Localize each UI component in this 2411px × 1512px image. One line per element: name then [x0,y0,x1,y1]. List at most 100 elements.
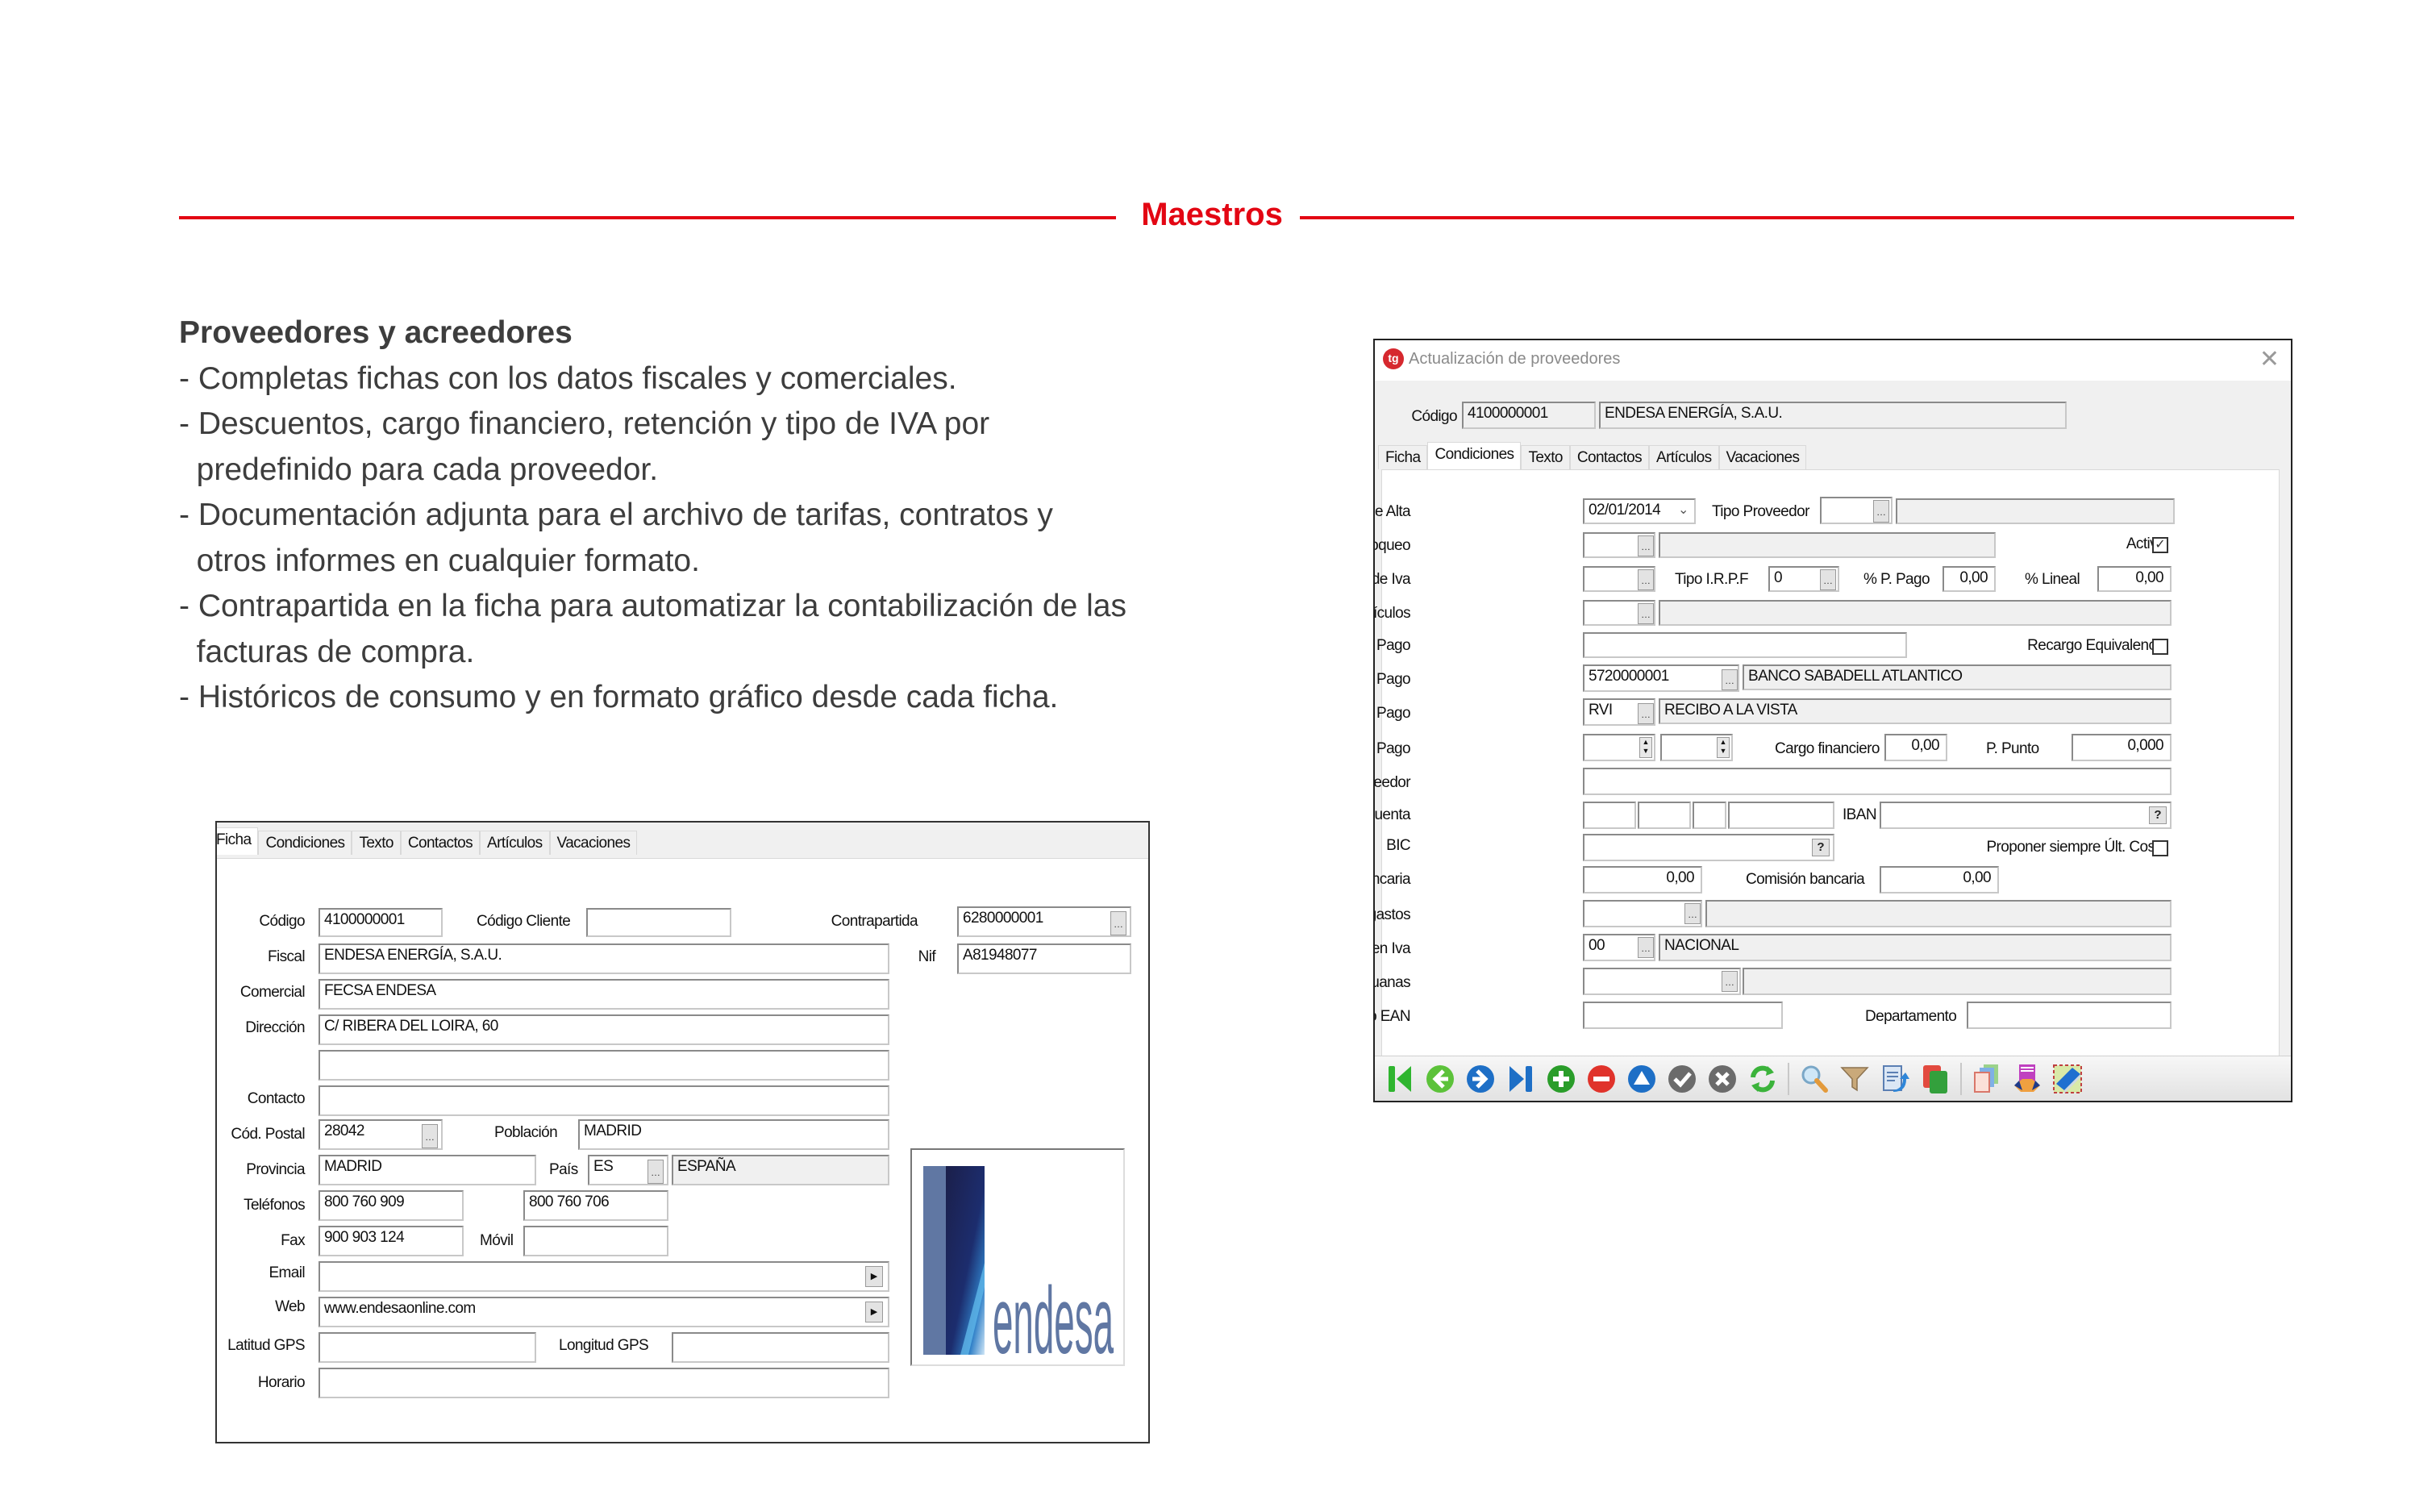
edit-record-icon[interactable] [1623,1060,1660,1098]
cta-aduanas-lookup-button[interactable]: … [1722,971,1738,992]
first-record-icon[interactable] [1381,1060,1418,1098]
iban-help-button[interactable]: ? [2149,806,2167,824]
telefono1-field[interactable]: 800 760 909 [319,1190,464,1221]
movil-field[interactable] [523,1226,668,1256]
tab-contactos[interactable]: Contactos [1569,445,1650,469]
idioma-lookup-button[interactable]: … [1638,603,1654,624]
codigo-field[interactable]: 4100000001 [319,908,443,937]
tipo-proveedor-lookup-button[interactable]: … [1873,500,1889,523]
book-icon[interactable] [2049,1060,2086,1098]
tab-texto[interactable]: Texto [1521,445,1570,469]
banco-pago-lookup-button[interactable]: … [1722,669,1738,690]
tab-condiciones[interactable]: Condiciones [1427,442,1522,469]
bic-field[interactable] [1583,834,1834,861]
web-open-button[interactable]: ▶ [865,1302,883,1322]
last-record-icon[interactable] [1502,1060,1539,1098]
chevron-down-icon[interactable]: ⌄ [1678,502,1689,518]
dias-pago-1-stepper[interactable]: ▲ ▼ [1639,737,1652,758]
tipo-bloqueo-lookup-button[interactable]: … [1638,535,1654,556]
email-field[interactable] [319,1261,889,1292]
fiscal-field[interactable]: ENDESA ENERGÍA, S.A.U. [319,943,889,974]
pais-lookup-button[interactable]: … [648,1160,664,1184]
lineal-field[interactable]: 0,00 [2097,566,2172,592]
cargo-fin-label: Cargo financiero [1775,740,1880,757]
tab-ficha[interactable]: Ficha [1378,445,1428,469]
next-record-icon[interactable] [1462,1060,1499,1098]
comision-pct-field[interactable]: 0,00 [1583,866,1702,893]
nif-field[interactable]: A81948077 [957,943,1131,974]
comision-field[interactable]: 0,00 [1880,866,1999,893]
add-record-icon[interactable] [1543,1060,1580,1098]
tab-vacaciones[interactable]: Vacaciones [1718,445,1807,469]
recargo-checkbox[interactable] [2152,639,2168,655]
tipo-irpf-lookup-button[interactable]: … [1820,569,1836,590]
cuenta-oficina-field[interactable] [1638,802,1691,829]
documents-icon[interactable] [1968,1060,2005,1098]
forma-pago-lookup-button[interactable]: … [1638,703,1654,724]
search-icon[interactable] [1796,1060,1833,1098]
export-icon[interactable] [1876,1060,1913,1098]
cod-postal-lookup-button[interactable]: … [422,1124,438,1148]
tab-condiciones[interactable]: Condiciones [258,831,352,855]
record-toolbar [1375,1056,2291,1101]
contacto-field[interactable] [319,1085,889,1116]
provincia-field[interactable]: MADRID [319,1155,536,1185]
codigo-cliente-field[interactable] [586,908,731,937]
fax-field[interactable]: 900 903 124 [319,1226,464,1256]
direccion-field[interactable]: C/ RIBERA DEL LOIRA, 60 [319,1014,889,1045]
previous-record-icon[interactable] [1422,1060,1459,1098]
tab-vacaciones[interactable]: Vacaciones [549,831,638,855]
delete-record-icon[interactable] [1583,1060,1620,1098]
p-pago-field[interactable]: 0,00 [1943,566,1996,592]
p-punto-field[interactable]: 0,000 [2072,734,2172,761]
cuenta-gastos-lookup-button[interactable]: … [1684,903,1701,924]
bic-help-button[interactable]: ? [1812,839,1830,856]
longitud-field[interactable] [672,1332,889,1363]
tipo-iva-lookup-button[interactable]: … [1638,569,1654,590]
horario-field[interactable] [319,1368,889,1398]
codigo-cliente-label: Código Cliente [477,913,571,930]
copy-record-icon[interactable] [1917,1060,1954,1098]
direccion2-field[interactable] [319,1050,889,1081]
iban-field[interactable] [1880,802,2172,829]
cta-aduanas-field[interactable] [1583,968,1741,995]
tab-articulos[interactable]: Artículos [1649,445,1719,469]
dias-pago-2-stepper[interactable]: ▲ ▼ [1717,737,1730,758]
activo-checkbox[interactable]: ✓ [2152,537,2168,553]
email-label: Email [269,1264,305,1281]
feature-line: - Completas fichas con los datos fiscale… [179,360,957,396]
latitud-field[interactable] [319,1332,536,1363]
banco-prov-field[interactable] [1583,768,2172,795]
proponer-checkbox[interactable] [2152,840,2168,856]
accept-icon[interactable] [1664,1060,1701,1098]
regimen-iva-lookup-button[interactable]: … [1638,937,1654,958]
refresh-icon[interactable] [1744,1060,1781,1098]
tab-articulos[interactable]: Artículos [480,831,550,855]
ficha-tabs: Ficha Condiciones Texto Contactos Artícu… [217,827,638,855]
filter-icon[interactable] [1836,1060,1873,1098]
forma-pago-field[interactable] [1583,632,1907,658]
pais-label: País [549,1161,578,1178]
tab-ficha[interactable]: Ficha [217,827,259,855]
close-icon[interactable]: ✕ [2259,345,2280,373]
cuenta-entidad-field[interactable] [1583,802,1636,829]
departamento-field[interactable] [1967,1002,2172,1029]
poblacion-field[interactable]: MADRID [578,1119,889,1150]
cuenta-dc-field[interactable] [1693,802,1726,829]
tab-contactos[interactable]: Contactos [400,831,481,855]
cargo-fin-field[interactable]: 0,00 [1884,734,1947,761]
contrapartida-field[interactable]: 6280000001 [957,906,1131,937]
app-logo-icon: tg [1383,348,1404,369]
contrapartida-lookup-button[interactable]: … [1110,911,1126,935]
comercial-field[interactable]: FECSA ENDESA [319,979,889,1010]
latitud-label: Latitud GPS [227,1337,305,1354]
agreement-icon[interactable] [2009,1060,2046,1098]
web-field[interactable]: www.endesaonline.com [319,1297,889,1327]
tab-texto[interactable]: Texto [352,831,401,855]
banco-pago-code-field[interactable]: 5720000001 [1583,664,1739,692]
email-send-button[interactable]: ▶ [865,1266,883,1287]
codigo-ean-field[interactable] [1583,1002,1783,1029]
telefono2-field[interactable]: 800 760 706 [523,1190,668,1221]
cuenta-numero-field[interactable] [1728,802,1834,829]
cancel-icon[interactable] [1704,1060,1741,1098]
